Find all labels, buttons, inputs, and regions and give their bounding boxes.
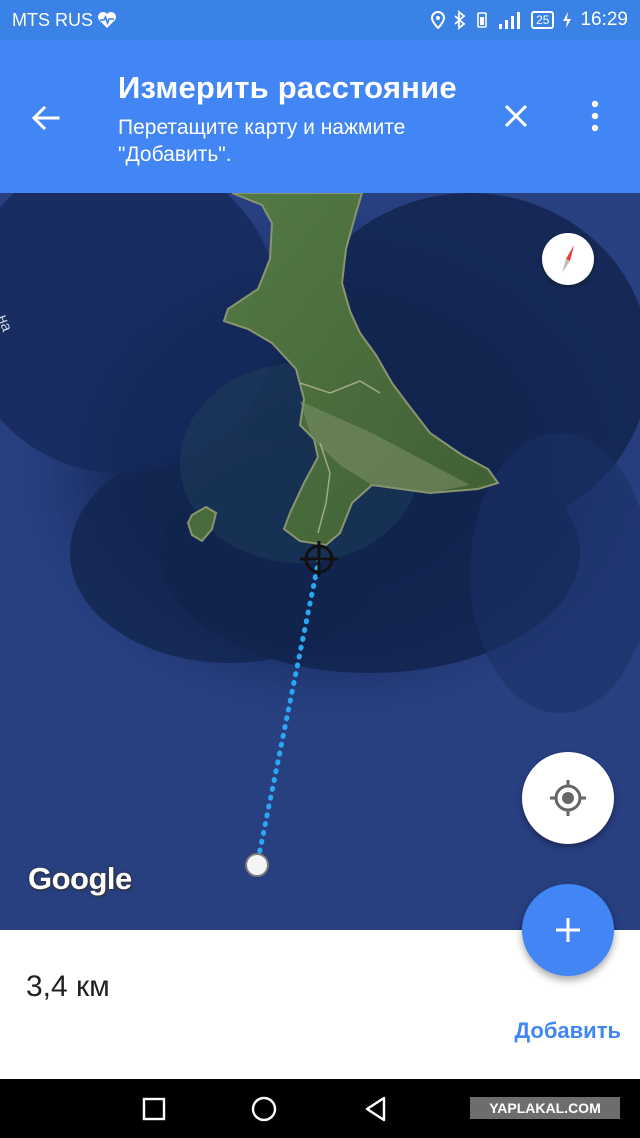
status-left: MTS RUS: [12, 10, 117, 31]
heart-monitor-icon: [98, 12, 116, 28]
more-vert-icon: [591, 100, 599, 132]
google-logo: Google: [28, 861, 132, 896]
signal-icon: [499, 12, 521, 29]
add-button[interactable]: Добавить: [514, 1018, 621, 1044]
add-point-fab[interactable]: [522, 884, 614, 976]
my-location-icon: [550, 780, 586, 816]
back-nav-icon[interactable]: [362, 1095, 390, 1123]
app-bar: Измерить расстояние Перетащите карту и н…: [0, 40, 640, 193]
page-title: Измерить расстояние: [118, 70, 457, 105]
page-subtitle: Перетащите карту и нажмите "Добавить".: [118, 116, 406, 166]
carrier-label: MTS RUS: [12, 9, 93, 30]
more-options-button[interactable]: [580, 98, 610, 134]
title-block: Измерить расстояние Перетащите карту и н…: [118, 70, 478, 168]
battery-indicator: 25: [531, 11, 555, 29]
status-right: 25 16:29: [431, 9, 628, 31]
status-bar: MTS RUS 25 16:29: [0, 0, 640, 40]
back-button[interactable]: [26, 98, 66, 138]
my-location-button[interactable]: [522, 752, 614, 844]
charging-icon: [563, 12, 572, 28]
square-nav-icon[interactable]: [140, 1095, 168, 1123]
satellite-map[interactable]: на Google: [0, 193, 640, 930]
bluetooth-icon: [454, 10, 466, 30]
measure-start-point: [245, 853, 269, 877]
back-arrow-icon: [31, 105, 60, 131]
watermark: YAPLAKAL.COM: [470, 1097, 620, 1119]
plus-icon: [556, 918, 580, 942]
close-icon: [504, 104, 528, 128]
close-button[interactable]: [498, 98, 534, 134]
status-time: 16:29: [580, 9, 628, 30]
distance-readout: 3,4 км: [26, 970, 110, 1003]
home-nav-icon[interactable]: [250, 1095, 278, 1123]
compass-icon: [562, 245, 574, 273]
compass-button[interactable]: [542, 233, 594, 285]
vibrate-icon: [477, 12, 487, 28]
location-icon: [431, 11, 446, 29]
